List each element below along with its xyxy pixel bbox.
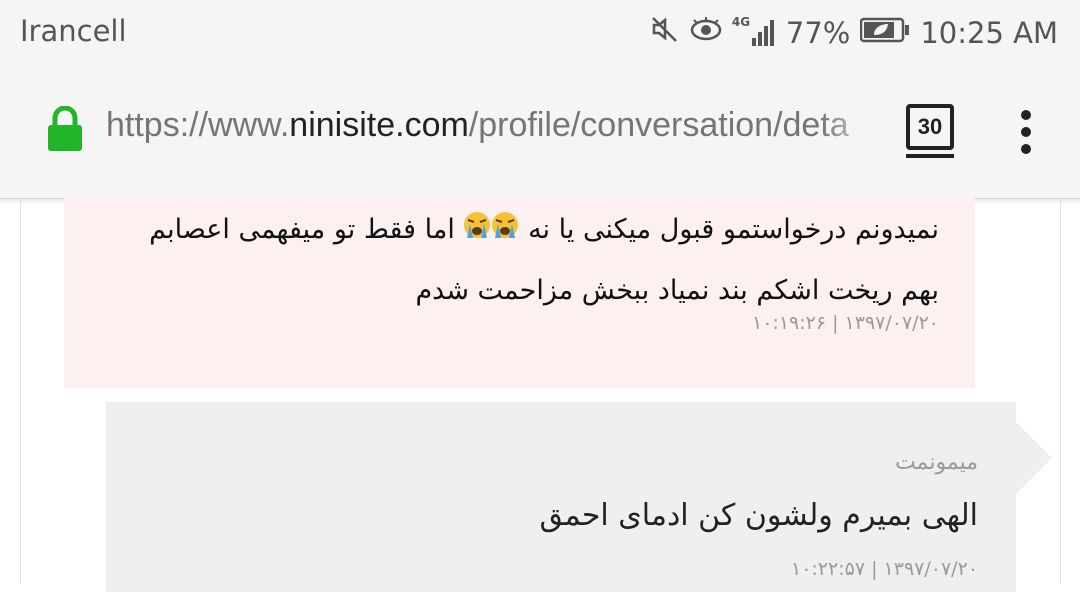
url-prefix: https://www. <box>106 106 290 144</box>
message-line: نمیدونم درخواستمو قبول میکنی یا نه اما ف… <box>99 200 939 261</box>
tab-switcher-underline <box>906 154 954 158</box>
address-bar[interactable]: https://www.ninisite.com/profile/convers… <box>106 106 881 145</box>
url-domain: ninisite.com <box>289 106 469 144</box>
carrier-name: Irancell <box>20 14 127 48</box>
url-path: /profile/conversation/deta <box>468 106 849 144</box>
lock-icon[interactable] <box>46 105 84 156</box>
status-icons: 4G 77% 10:25 AM <box>650 14 1058 51</box>
message-text: نمیدونم درخواستمو قبول میکنی یا نه اما ف… <box>99 200 939 321</box>
message-text: الهی بمیرم ولشون کن ادمای احمق <box>539 498 978 533</box>
status-bar: Irancell 4G 77% 10:25 AM <box>0 0 1080 62</box>
url-fade <box>820 102 882 152</box>
conversation-thread: نمیدونم درخواستمو قبول میکنی یا نه اما ف… <box>0 198 1080 592</box>
thread-border-right <box>1060 198 1061 584</box>
clock: 10:25 AM <box>920 15 1058 50</box>
message-bubble: نمیدونم درخواستمو قبول میکنی یا نه اما ف… <box>64 198 975 388</box>
battery-icon <box>860 16 910 50</box>
message-sender[interactable]: میمونمت <box>895 450 978 475</box>
overflow-menu-icon[interactable] <box>1021 110 1031 161</box>
eye-icon <box>690 16 722 50</box>
message-timestamp: ۱۳۹۷/۰۷/۲۰ | ۱۰:۲۲:۵۷ <box>791 558 978 580</box>
mute-icon <box>650 14 680 51</box>
tab-switcher-button[interactable]: 30 <box>906 104 954 150</box>
battery-percent: 77% <box>785 15 851 50</box>
signal-icon: 4G <box>732 15 776 48</box>
message-timestamp: ۱۳۹۷/۰۷/۲۰ | ۱۰:۱۹:۲۶ <box>752 312 939 334</box>
crying-face-icon <box>463 201 491 261</box>
crying-face-icon <box>491 201 519 261</box>
thread-border-left <box>20 198 21 584</box>
bubble-pointer <box>1016 422 1052 494</box>
message-bubble: میمونمت الهی بمیرم ولشون کن ادمای احمق ۱… <box>106 402 1016 592</box>
